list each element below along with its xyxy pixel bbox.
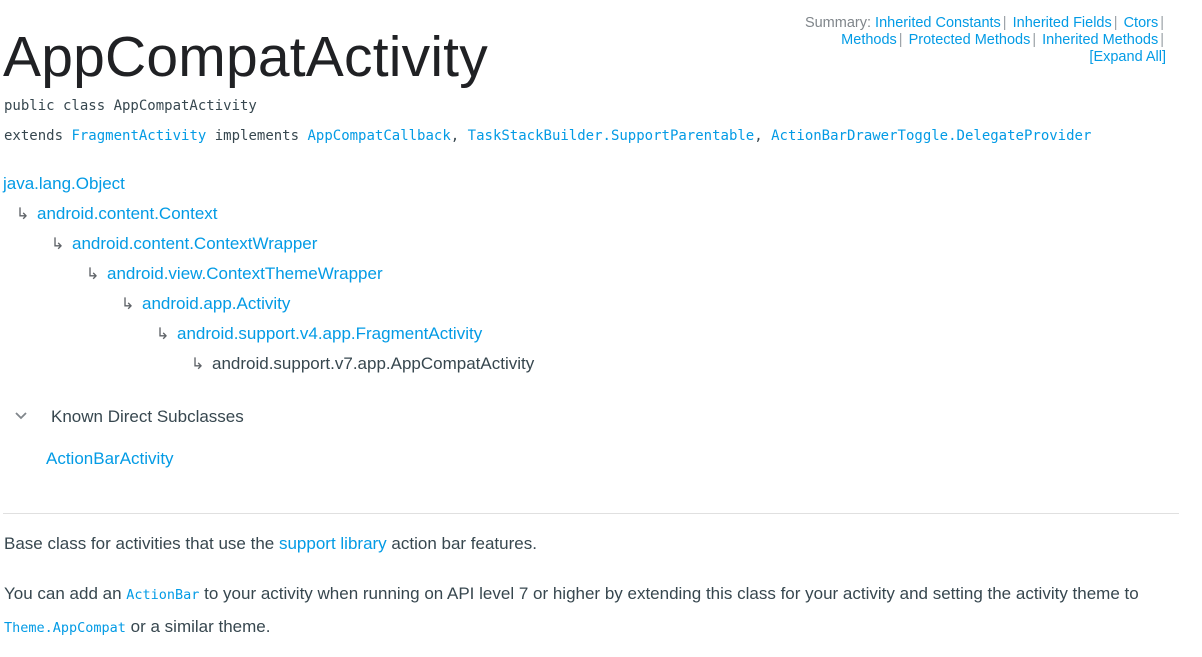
tree-arrow-icon: ↳ — [191, 356, 205, 373]
tree-item: ↳ android.content.Context — [16, 201, 218, 227]
subclass-link-actionbaractivity[interactable]: ActionBarActivity — [46, 446, 174, 472]
tree-item: ↳ android.support.v4.app.FragmentActivity — [156, 321, 482, 347]
divider — [3, 513, 1179, 514]
superclass-link[interactable]: FragmentActivity — [71, 128, 206, 144]
tree-item: ↳ android.app.Activity — [121, 291, 290, 317]
tree-current-class: android.support.v7.app.AppCompatActivity — [212, 354, 535, 373]
tree-link-contextwrapper[interactable]: android.content.ContextWrapper — [72, 234, 317, 253]
actionbar-code-link[interactable]: ActionBar — [126, 587, 199, 603]
tree-item: ↳ android.support.v7.app.AppCompatActivit… — [191, 351, 534, 377]
summary-link-inherited-methods[interactable]: Inherited Methods — [1042, 32, 1158, 48]
class-declaration: public class AppCompatActivity — [4, 98, 257, 114]
class-signature: extends FragmentActivity implements AppC… — [4, 128, 1092, 144]
summary-link-inherited-fields[interactable]: Inherited Fields — [1013, 15, 1112, 31]
theme-appcompat-code-link[interactable]: Theme.AppCompat — [4, 620, 126, 636]
tree-link-object[interactable]: java.lang.Object — [3, 174, 125, 193]
tree-item: ↳ android.view.ContextThemeWrapper — [86, 261, 383, 287]
tree-item: ↳ android.content.ContextWrapper — [51, 231, 317, 257]
interface-link-delegateprovider[interactable]: ActionBarDrawerToggle.DelegateProvider — [771, 128, 1091, 144]
interface-link-appcompatcallback[interactable]: AppCompatCallback — [307, 128, 450, 144]
tree-arrow-icon: ↳ — [51, 236, 65, 253]
summary-link-ctors[interactable]: Ctors — [1124, 15, 1159, 31]
interface-link-supportparentable[interactable]: TaskStackBuilder.SupportParentable — [468, 128, 755, 144]
summary-label: Summary: — [804, 15, 872, 31]
implements-keyword: implements — [214, 128, 300, 144]
summary-link-inherited-constants[interactable]: Inherited Constants — [875, 15, 1001, 31]
tree-link-contextthemewrapper[interactable]: android.view.ContextThemeWrapper — [107, 264, 383, 283]
tree-item: java.lang.Object — [3, 171, 125, 197]
tree-link-context[interactable]: android.content.Context — [37, 204, 218, 223]
summary-link-expand-all[interactable]: [Expand All] — [1089, 49, 1166, 65]
summary-nav: Summary: Inherited Constants | Inherited … — [804, 15, 1166, 65]
tree-link-activity[interactable]: android.app.Activity — [142, 294, 290, 313]
extends-keyword: extends — [4, 128, 64, 144]
description-paragraph-1: Base class for activities that use the s… — [4, 534, 537, 553]
summary-link-methods[interactable]: Methods — [841, 32, 897, 48]
description-paragraph-2: You can add an ActionBar to your activit… — [4, 584, 1139, 636]
tree-arrow-icon: ↳ — [121, 296, 135, 313]
page-title: AppCompatActivity — [3, 25, 488, 89]
tree-arrow-icon: ↳ — [86, 266, 100, 283]
subclasses-toggle[interactable]: Known Direct Subclasses — [51, 404, 244, 430]
tree-arrow-icon: ↳ — [156, 326, 170, 343]
chevron-down-icon[interactable] — [14, 409, 28, 423]
tree-link-fragmentactivity[interactable]: android.support.v4.app.FragmentActivity — [177, 324, 482, 343]
tree-arrow-icon: ↳ — [16, 206, 30, 223]
support-library-link[interactable]: support library — [279, 534, 387, 553]
summary-link-protected-methods[interactable]: Protected Methods — [909, 32, 1031, 48]
